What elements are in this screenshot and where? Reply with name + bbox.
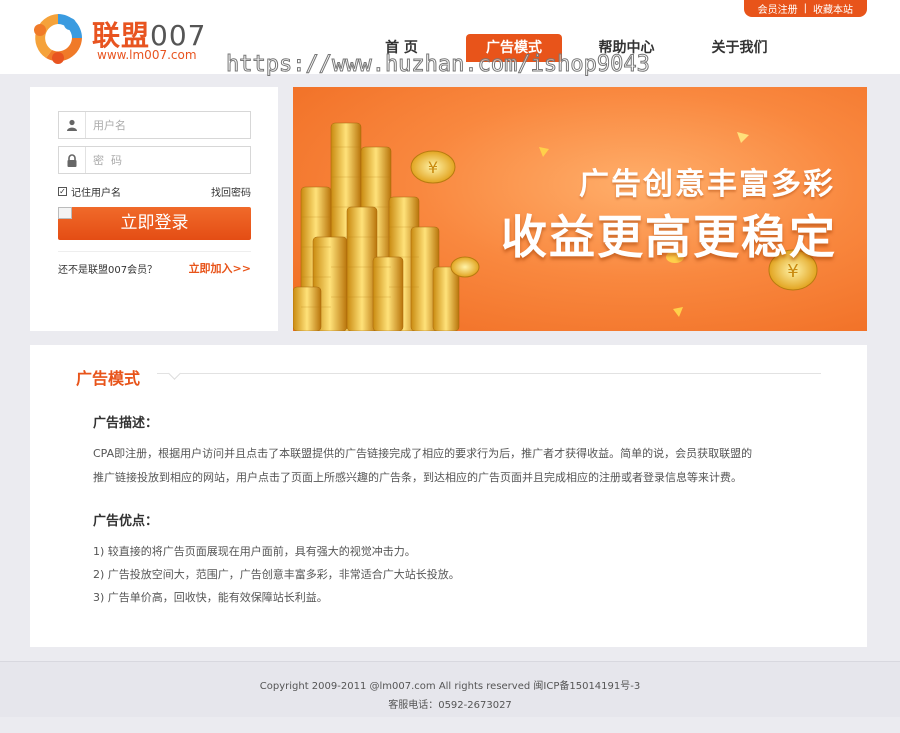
logo-url: www.lm007.com [97, 48, 197, 62]
title-notch [168, 367, 181, 380]
username-input[interactable] [93, 116, 243, 134]
username-field [58, 111, 251, 139]
register-link[interactable]: 会员注册 [758, 1, 798, 16]
svg-text:¥: ¥ [428, 158, 438, 177]
site-header: 会员注册 | 收藏本站 联盟007 www.lm007.com 首 页 广告模式… [0, 0, 900, 78]
user-icon [59, 112, 86, 138]
ad-advantage-item-3: 3) 广告单价高，回收快，能有效保障站长利益。 [93, 591, 328, 604]
site-logo[interactable]: 联盟007 www.lm007.com [30, 10, 230, 66]
copyright-text: Copyright 2009-2011 @lm007.com All right… [259, 681, 641, 692]
bookmark-link[interactable]: 收藏本站 [813, 1, 853, 16]
ad-description-heading: 广告描述： [93, 416, 159, 431]
promo-banner[interactable]: ¥ ¥ 广告创意丰富多彩 收益更高更稳定 [293, 87, 867, 331]
nav-about-us[interactable]: 关于我们 [683, 34, 796, 62]
remember-checkbox[interactable]: ✓ [58, 187, 67, 196]
remember-username[interactable]: ✓ 记住用户名 [58, 184, 121, 199]
ad-advantage-item-2: 2) 广告投放空间大，范围广，广告创意丰富多彩，非常适合广大站长投放。 [93, 568, 460, 581]
remember-label: 记住用户名 [71, 188, 121, 199]
ad-mode-content: 广告模式 广告描述： CPA即注册，根据用户访问并且点击了本联盟提供的广告链接完… [30, 345, 867, 647]
not-member-text: 还不是联盟007会员？ [58, 265, 158, 276]
login-button-label: 立即登录 [120, 213, 189, 233]
forgot-password-link[interactable]: 找回密码 [211, 184, 251, 199]
lock-icon [59, 147, 86, 173]
banner-subheadline: 收益更高更稳定 [501, 210, 837, 264]
watermark-text: https://www.huzhan.com/ishop9043 [226, 52, 651, 78]
ad-description-line-1: CPA即注册，根据用户访问并且点击了本联盟提供的广告链接完成了相应的要求行为后，… [93, 447, 753, 460]
join-now-link[interactable]: 立即加入>> [189, 260, 251, 276]
support-phone: 客服电话：0592-2673027 [388, 700, 512, 711]
site-footer: Copyright 2009-2011 @lm007.com All right… [0, 661, 900, 717]
login-panel: ✓ 记住用户名 找回密码 立即登录 还不是联盟007会员？ 立即加入>> [30, 87, 278, 331]
ad-advantages-heading: 广告优点： [93, 514, 159, 529]
top-links-bar: 会员注册 | 收藏本站 [743, 0, 867, 17]
top-links-divider: | [803, 3, 807, 14]
banner-headline: 广告创意丰富多彩 [579, 167, 835, 202]
login-divider [58, 251, 251, 252]
password-field [58, 146, 251, 174]
ad-advantage-item-1: 1) 较直接的将广告页面展现在用户面前，具有强大的视觉冲击力。 [93, 545, 416, 558]
login-button[interactable]: 立即登录 [58, 207, 251, 240]
password-input[interactable] [93, 151, 243, 169]
title-divider [157, 373, 821, 374]
section-title: 广告模式 [76, 369, 141, 388]
logo-people-icon [32, 12, 84, 64]
broken-image-icon [58, 207, 72, 219]
ad-description-line-2: 推广链接投放到相应的网站，用户点击了页面上所感兴趣的广告条，到达相应的广告页面并… [93, 471, 742, 484]
